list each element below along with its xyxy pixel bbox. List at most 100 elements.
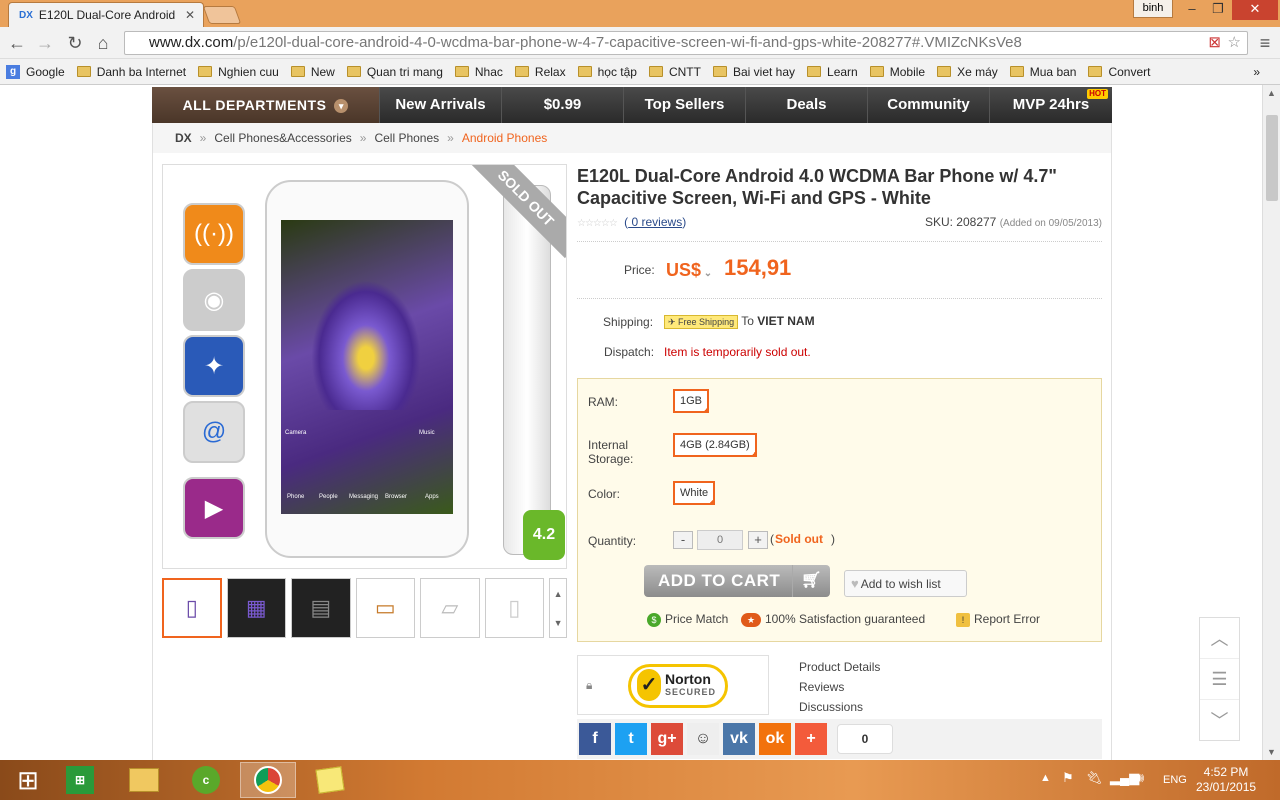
breadcrumb-current[interactable]: Android Phones [462, 131, 547, 145]
bookmark-folder[interactable]: Nhac [454, 65, 503, 79]
facebook-icon[interactable]: f [579, 723, 611, 755]
price-match-link[interactable]: $ Price Match [647, 612, 728, 627]
tray-expand-icon[interactable]: ▲ [1040, 772, 1051, 784]
checklist-icon[interactable]: ☰ [1200, 659, 1239, 700]
back-icon[interactable]: ← [6, 33, 28, 54]
chrome-icon[interactable] [240, 762, 296, 798]
share-more-icon[interactable]: + [795, 723, 827, 755]
browser-tab[interactable]: DX E120L Dual-Core Android ✕ [8, 2, 204, 27]
scroll-up-icon[interactable]: ▲ [1267, 88, 1276, 98]
bookmark-folder[interactable]: New [290, 65, 335, 79]
new-tab-button[interactable] [202, 6, 242, 24]
qty-plus-button[interactable]: + [748, 531, 768, 549]
volume-icon[interactable]: 🔊︎ [1136, 770, 1144, 786]
bookmark-folder[interactable]: Nghien cuu [198, 65, 279, 79]
nav-top-sellers[interactable]: Top Sellers [624, 87, 746, 123]
add-to-wish-list-button[interactable]: ♥ Add to wish list [844, 570, 967, 597]
start-button[interactable]: ⊞ [0, 762, 56, 798]
profile-name[interactable]: binh [1133, 0, 1173, 18]
coccoc-icon[interactable]: c [178, 762, 234, 798]
report-error-link[interactable]: ! Report Error [956, 612, 1040, 627]
add-to-cart-button[interactable]: ADD TO CART 🛒︎ [644, 565, 830, 597]
menu-icon[interactable]: ≡ [1254, 33, 1276, 54]
email-app-icon: @ [183, 401, 245, 463]
google-plus-icon[interactable]: g+ [651, 723, 683, 755]
qty-minus-button[interactable]: - [673, 531, 693, 549]
quantity-input[interactable]: 0 [697, 530, 743, 550]
norton-badge[interactable]: 🔒︎ ✓ Norton SECURED [577, 655, 769, 715]
thumbnail[interactable]: ▤ [291, 578, 351, 638]
thumbnail[interactable]: ▯ [162, 578, 222, 638]
scroll-top-icon[interactable]: ︿ [1200, 618, 1239, 659]
bookmark-folder[interactable]: học tập [577, 65, 637, 79]
thumbnail[interactable]: ▦ [226, 578, 287, 638]
storage-option[interactable]: 4GB (2.84GB) [673, 433, 757, 457]
minimize-icon[interactable]: – [1180, 0, 1204, 20]
discussions-link[interactable]: Discussions [799, 697, 880, 717]
reviews-link[interactable]: 0 reviews [628, 215, 683, 229]
sticky-notes-icon[interactable] [302, 762, 358, 798]
forward-icon[interactable]: → [34, 33, 56, 54]
vk-icon[interactable]: vk [723, 723, 755, 755]
product-details-link[interactable]: Product Details [799, 657, 880, 677]
breadcrumb-cell-accessories[interactable]: Cell Phones&Accessories [214, 131, 351, 145]
thumbnail[interactable]: ▭ [355, 578, 416, 638]
scroll-bottom-icon[interactable]: ﹀ [1200, 700, 1239, 740]
system-clock[interactable]: 4:52 PM 23/01/2015 [1196, 765, 1256, 795]
breadcrumb-dx[interactable]: DX [175, 131, 192, 145]
reviews-tab-link[interactable]: Reviews [799, 677, 880, 697]
chevron-down-icon[interactable]: ▼ [554, 618, 563, 628]
breadcrumb-cell-phones[interactable]: Cell Phones [374, 131, 439, 145]
tab-close-icon[interactable]: ✕ [185, 8, 195, 22]
dollar-icon: $ [647, 612, 661, 627]
language-indicator[interactable]: ENG [1163, 774, 1187, 786]
signal-icon[interactable]: ▂▄▆ [1110, 770, 1139, 786]
nav-community[interactable]: Community [868, 87, 990, 123]
file-explorer-icon[interactable] [116, 762, 172, 798]
ram-option[interactable]: 1GB [673, 389, 710, 413]
bookmark-folder[interactable]: Bai viet hay [712, 65, 795, 79]
scrollbar-thumb[interactable] [1266, 115, 1278, 201]
reload-icon[interactable]: ↻ [64, 33, 86, 54]
nav-099[interactable]: $0.99 [502, 87, 624, 123]
star-icon[interactable]: ☆ [1228, 32, 1241, 54]
all-departments-menu[interactable]: ALL DEPARTMENTS ▾ [152, 87, 380, 123]
chevron-up-icon[interactable]: ▲ [554, 589, 563, 599]
color-option[interactable]: White [673, 481, 716, 505]
store-icon[interactable]: ⊞ [52, 762, 108, 798]
nav-new-arrivals[interactable]: New Arrivals [380, 87, 502, 123]
scroll-down-icon[interactable]: ▼ [1267, 747, 1276, 757]
bookmark-folder[interactable]: Convert [1088, 65, 1151, 79]
odnoklassniki-icon[interactable]: ok [759, 723, 791, 755]
ship-country[interactable]: VIET NAM [757, 314, 814, 328]
bookmark-folder[interactable]: Xe máy [937, 65, 998, 79]
bookmark-folder[interactable]: Mobile [869, 65, 925, 79]
twitter-icon[interactable]: t [615, 723, 647, 755]
thumbnail[interactable]: ▯ [484, 578, 545, 638]
phone-screen: Camera Music Phone People Messaging Brow… [281, 220, 453, 514]
bookmark-folder[interactable]: Relax [514, 65, 566, 79]
thumbnail-scroller[interactable]: ▲ ▼ [549, 578, 567, 638]
thumbnail[interactable]: ▱ [420, 578, 480, 638]
nav-mvp[interactable]: MVP 24hrs HOT [990, 87, 1112, 123]
bookmark-folder[interactable]: Learn [807, 65, 858, 79]
satisfaction-link[interactable]: ★ 100% Satisfaction guaranteed [741, 612, 925, 627]
bookmark-folder[interactable]: Mua ban [1009, 65, 1076, 79]
bookmark-folder[interactable]: Quan tri mang [346, 65, 443, 79]
bookmark-folder[interactable]: CNTT [648, 65, 701, 79]
currency-select[interactable]: US$ ⌄ [666, 260, 712, 281]
power-icon[interactable]: 🔌︎ [1086, 770, 1103, 786]
nav-deals[interactable]: Deals [746, 87, 868, 123]
blocked-icon[interactable]: ⊠ [1208, 32, 1221, 54]
bookmark-folder[interactable]: Danh ba Internet [76, 65, 186, 79]
more-bookmarks[interactable]: » [1253, 65, 1260, 79]
reddit-icon[interactable]: ☺ [687, 723, 719, 755]
product-main-image[interactable]: ((·)) ◉ ✦ @ ▶ Camera Music Phone People … [162, 164, 567, 569]
page-scrollbar[interactable]: ▲ ▼ [1262, 85, 1280, 760]
close-window-icon[interactable]: ✕ [1232, 0, 1278, 20]
address-bar[interactable]: www.dx.com/p/e120l-dual-core-android-4-0… [124, 31, 1248, 55]
bookmark-google[interactable]: g Google [6, 64, 65, 79]
home-icon[interactable]: ⌂ [92, 33, 114, 54]
maximize-icon[interactable]: ❐ [1206, 0, 1230, 20]
action-center-flag-icon[interactable]: ⚑ [1062, 770, 1074, 786]
